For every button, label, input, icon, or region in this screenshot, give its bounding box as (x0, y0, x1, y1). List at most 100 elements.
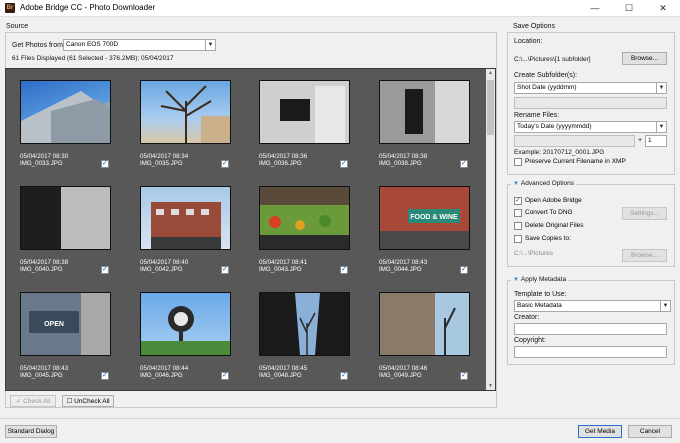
thumb-checkbox[interactable] (460, 371, 468, 380)
get-media-button[interactable]: Get Media (578, 425, 622, 438)
location-label: Location: (514, 38, 543, 45)
rename-select[interactable]: Today's Date (yyyymmdd) ▼ (514, 121, 667, 133)
collapse-triangle-icon: ▼ (513, 181, 519, 187)
thumbnail-image[interactable] (379, 292, 470, 356)
thumbnail-image[interactable] (379, 80, 470, 144)
thumbnail-image[interactable] (140, 186, 231, 250)
template-select-value: Basic Metadata (517, 302, 562, 309)
dng-settings-button[interactable]: Settings... (622, 207, 667, 220)
open-bridge-label: Open Adobe Bridge (525, 197, 582, 204)
sequence-field[interactable]: 1 (645, 135, 667, 147)
thumb-date: 05/04/2017 08:34 (140, 153, 189, 160)
tree-photo (160, 85, 230, 143)
thumb-date: 05/04/2017 08:38 (379, 153, 428, 160)
thumb-checkbox[interactable] (460, 159, 468, 168)
open-bridge-checkbox[interactable] (514, 196, 522, 205)
cancel-button[interactable]: Cancel (628, 425, 672, 438)
footer-divider (0, 418, 680, 419)
scroll-up-icon[interactable]: ▲ (488, 70, 493, 76)
location-path: C:\...\Pictures\[1 subfolder] (514, 56, 591, 63)
apply-metadata-header[interactable]: ▼ Apply Metadata (511, 276, 569, 283)
thumbnail-image[interactable] (259, 186, 350, 250)
thumbnail-image[interactable] (140, 80, 231, 144)
thumbnail-image[interactable] (140, 292, 231, 356)
thumbnail-image[interactable]: OPEN (20, 292, 111, 356)
thumbnail-image[interactable] (20, 80, 111, 144)
meter-closeup-photo (21, 187, 110, 249)
thumb-filename: IMG_0040.JPG (20, 266, 63, 273)
thumb-filename: IMG_0045.JPG (20, 372, 63, 379)
thumb-checkbox[interactable] (101, 159, 109, 168)
thumb-checkbox[interactable] (340, 371, 348, 380)
thumb-checkbox[interactable] (340, 265, 348, 274)
check-all-button[interactable]: ✓ Check All (10, 395, 56, 407)
close-button[interactable]: ✕ (646, 0, 680, 17)
copies-browse-button[interactable]: Browse... (622, 249, 667, 262)
scroll-down-icon[interactable]: ▼ (488, 383, 493, 389)
bridge-app-icon: Br (5, 3, 15, 13)
template-label: Template to Use: (514, 291, 567, 298)
thumb-filename: IMG_0036.JPG (259, 160, 302, 167)
thumb-checkbox[interactable] (221, 265, 229, 274)
advanced-options-title: Advanced Options (520, 180, 575, 187)
building-photo (21, 91, 110, 143)
rename-custom-field[interactable] (514, 135, 635, 147)
creator-field[interactable] (514, 323, 667, 335)
rename-select-value: Today's Date (yyyymmdd) (517, 123, 592, 130)
template-select[interactable]: Basic Metadata ▼ (514, 300, 671, 312)
delete-originals-checkbox[interactable] (514, 222, 522, 230)
device-select-value: Canon EOS 700D (66, 41, 119, 48)
thumb-filename: IMG_0035.JPG (140, 160, 183, 167)
location-browse-button[interactable]: Browse... (622, 52, 667, 65)
copies-path: C:\...\Pictures (514, 250, 554, 257)
check-all-label: Check All (23, 398, 51, 405)
thumb-date: 05/04/2017 08:43 (379, 259, 428, 266)
open-sign-text: OPEN (44, 321, 64, 328)
thumb-date: 05/04/2017 08:30 (20, 153, 69, 160)
scrollbar-thumb[interactable] (487, 80, 494, 135)
advanced-options-header[interactable]: ▼ Advanced Options (511, 180, 577, 187)
standard-dialog-button[interactable]: Standard Dialog (5, 425, 57, 438)
brick-building-photo (151, 202, 221, 249)
shop-sign-photo: OPEN (21, 293, 110, 355)
device-select[interactable]: Canon EOS 700D ▼ (63, 39, 216, 51)
thumb-checkbox[interactable] (221, 371, 229, 380)
copyright-field[interactable] (514, 346, 667, 358)
thumb-date: 05/04/2017 08:40 (140, 259, 189, 266)
chevron-down-icon: ▼ (656, 122, 666, 132)
thumb-checkbox[interactable] (340, 159, 348, 168)
uncheck-all-label: UnCheck All (74, 398, 110, 405)
thumbnail-image[interactable] (259, 80, 350, 144)
plus-label: + (638, 137, 643, 144)
lamp-photo (141, 306, 230, 355)
subfolder-select[interactable]: Shot Date (yyddmm) ▼ (514, 82, 667, 94)
thumb-checkbox[interactable] (101, 265, 109, 274)
check-all-icon: ✓ (15, 398, 24, 405)
thumb-checkbox[interactable] (460, 265, 468, 274)
thumb-filename: IMG_0049.JPG (379, 372, 422, 379)
minimize-button[interactable]: — (578, 0, 612, 17)
maximize-button[interactable]: ☐ (612, 0, 646, 17)
thumb-filename: IMG_0038.JPG (379, 160, 422, 167)
market-stall-photo (260, 187, 349, 249)
thumb-checkbox[interactable] (221, 159, 229, 168)
thumbnail-image[interactable] (259, 292, 350, 356)
convert-dng-checkbox[interactable] (514, 209, 522, 217)
subfolder-custom-field[interactable] (514, 97, 667, 109)
thumbnail-image[interactable]: FOOD & WINE (379, 186, 470, 250)
thumbnail-image[interactable] (20, 186, 111, 250)
thumb-date: 05/04/2017 08:45 (259, 365, 308, 372)
preserve-filename-checkbox[interactable] (514, 158, 522, 166)
thumb-filename: IMG_0033.JPG (20, 160, 63, 167)
food-wine-sign-photo: FOOD & WINE (380, 187, 469, 249)
source-section-label: Source (6, 23, 29, 30)
chevron-down-icon: ▼ (656, 83, 666, 93)
chevron-down-icon: ▼ (660, 301, 670, 311)
rename-label: Rename Files: (514, 112, 560, 119)
thumb-filename: IMG_0042.JPG (140, 266, 183, 273)
uncheck-all-button[interactable]: ☐ UnCheck All (62, 395, 114, 407)
creator-label: Creator: (514, 314, 540, 321)
parking-meter-photo (380, 81, 469, 143)
save-copies-checkbox[interactable] (514, 235, 522, 243)
thumb-checkbox[interactable] (101, 371, 109, 380)
